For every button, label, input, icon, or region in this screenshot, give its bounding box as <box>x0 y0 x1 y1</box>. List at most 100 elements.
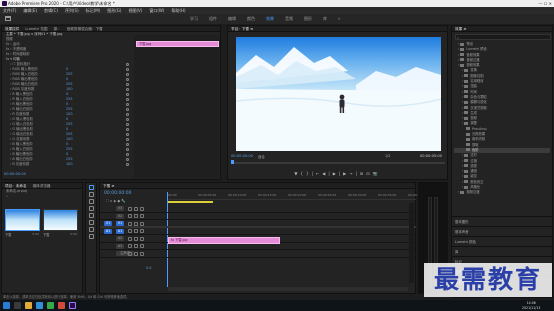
selection-tool-icon[interactable] <box>88 185 94 190</box>
project-thumbnail[interactable]: 下雪 5:00 <box>43 209 78 237</box>
quality-dropdown[interactable]: 1/2 <box>385 154 390 158</box>
timeline-track[interactable]: 主声道 <box>100 250 416 258</box>
timeline-track[interactable]: V3 <box>100 205 416 213</box>
search-icon[interactable] <box>14 302 21 309</box>
timeline-horizontal-scrollbar[interactable] <box>168 287 408 291</box>
reset-keyframe-icon[interactable] <box>126 138 129 141</box>
solo-icon[interactable] <box>140 236 144 241</box>
program-video-frame[interactable] <box>236 37 441 151</box>
reset-keyframe-icon[interactable] <box>126 108 129 111</box>
solo-icon[interactable] <box>140 251 144 256</box>
track-label[interactable]: A1 <box>116 228 124 234</box>
start-icon[interactable] <box>3 302 10 309</box>
ec-clip-bar[interactable]: 下雪.jpg <box>136 41 220 47</box>
effects-title[interactable]: 效果 ≡ <box>455 27 466 31</box>
transport-button[interactable]: ◀| <box>322 171 332 176</box>
reset-keyframe-icon[interactable] <box>126 103 129 106</box>
menu-item[interactable]: 剪辑(C) <box>44 8 58 13</box>
fit-dropdown[interactable]: 适合 <box>258 154 265 159</box>
eye-icon[interactable] <box>134 206 138 211</box>
reset-keyframe-icon[interactable] <box>126 118 129 121</box>
menu-item[interactable]: 帮助(H) <box>171 8 185 13</box>
pen-tool-icon[interactable] <box>88 220 94 225</box>
app-icon[interactable] <box>58 302 65 309</box>
program-scrub-bar[interactable] <box>231 162 445 164</box>
razor-tool-icon[interactable] <box>88 206 94 211</box>
app-icon[interactable] <box>47 302 54 309</box>
home-icon[interactable] <box>5 16 11 21</box>
file-explorer-icon[interactable] <box>25 302 32 309</box>
workspace-tab[interactable]: 库 <box>323 16 327 21</box>
reset-keyframe-icon[interactable] <box>126 88 129 91</box>
timeline-tool-icons[interactable]: ⛶ ∩ ◈ ◆ 🔧 <box>106 199 126 203</box>
window-controls[interactable]: — ☐ ✕ <box>539 0 552 7</box>
eye-icon[interactable] <box>134 221 138 226</box>
lock-icon[interactable] <box>128 214 132 218</box>
reset-keyframe-icon[interactable] <box>126 128 129 131</box>
reset-keyframe-icon[interactable] <box>126 158 129 161</box>
effect-controls-tab[interactable]: 源： <box>54 27 61 31</box>
mute-icon[interactable] <box>134 251 138 256</box>
side-panel-section[interactable]: Lumetri 颜色 <box>452 236 552 246</box>
timeline-track[interactable]: A1 A1 <box>100 228 416 235</box>
reset-keyframe-icon[interactable] <box>126 68 129 71</box>
ripple-edit-tool-icon[interactable] <box>88 199 94 204</box>
transport-button[interactable]: →| <box>349 171 360 176</box>
track-label[interactable]: V3 <box>116 206 124 211</box>
sync-lock-icon[interactable] <box>140 206 144 211</box>
reset-keyframe-icon[interactable] <box>126 73 129 76</box>
premiere-taskbar-icon[interactable] <box>69 302 76 309</box>
menu-item[interactable]: 图形(G) <box>107 8 121 13</box>
effect-controls-tab[interactable]: Lumetri 范围 <box>25 27 47 31</box>
transport-button[interactable]: |▶ <box>339 171 349 176</box>
param-value[interactable]: 100 <box>66 162 72 167</box>
eye-icon[interactable] <box>134 214 138 218</box>
effects-tree-item[interactable]: › 视频过渡 <box>454 190 550 195</box>
track-select-tool-icon[interactable] <box>88 192 94 197</box>
program-timecode-left[interactable]: 00:00:00:00 <box>231 154 253 158</box>
timeline-vertical-scrollbar[interactable] <box>409 203 414 283</box>
track-target[interactable]: A1 <box>104 228 112 234</box>
type-tool-icon[interactable] <box>88 234 94 239</box>
track-label[interactable]: V1 <box>116 221 124 226</box>
lock-icon[interactable] <box>128 229 132 233</box>
reset-keyframe-icon[interactable] <box>126 163 129 166</box>
mute-icon[interactable] <box>134 229 138 233</box>
workspace-tab[interactable]: 学习 <box>190 16 198 21</box>
reset-keyframe-icon[interactable] <box>126 148 129 151</box>
menu-item[interactable]: 文件(F) <box>3 8 16 13</box>
menu-item[interactable]: 窗口(W) <box>149 8 164 13</box>
lock-icon[interactable] <box>128 221 132 226</box>
workspace-tab[interactable]: 颜色 <box>247 16 255 21</box>
sync-lock-icon[interactable] <box>140 221 144 226</box>
timeline-ruler[interactable]: 00:00 00:00:05:00 00:00:10:00 00:00:15:00 00… <box>168 192 426 200</box>
side-panel-section[interactable]: 基本声音 <box>452 226 552 236</box>
browser-icon[interactable] <box>36 302 43 309</box>
menu-item[interactable]: 标记(M) <box>86 8 101 13</box>
reset-keyframe-icon[interactable] <box>126 78 129 81</box>
lock-icon[interactable] <box>128 236 132 241</box>
workspace-tab[interactable]: 组件 <box>209 16 217 21</box>
side-panel-section[interactable]: 库 <box>452 246 552 256</box>
work-area-bar[interactable] <box>168 201 213 203</box>
menu-item[interactable]: 视图(V) <box>128 8 142 13</box>
effect-controls-tab[interactable]: 效果控件 <box>5 27 19 31</box>
timeline-track[interactable]: V1 V1 <box>100 220 416 228</box>
track-label[interactable]: A3 <box>116 243 124 249</box>
program-monitor-title[interactable]: 节目：下雪 ≡ <box>231 27 253 31</box>
project-search[interactable]: ⌕ <box>2 194 82 201</box>
mute-icon[interactable] <box>134 236 138 241</box>
mute-icon[interactable] <box>134 244 138 248</box>
timeline-timecode[interactable]: 00:00:00:00 <box>104 191 131 196</box>
menu-item[interactable]: 编辑(E) <box>23 8 37 13</box>
workspace-tab[interactable]: 编辑 <box>228 16 236 21</box>
effect-controls-tab[interactable]: 音频剪辑混合器：下雪 <box>67 27 103 31</box>
track-target[interactable]: V1 <box>104 221 112 226</box>
project-thumbnail[interactable]: 下雪 5:00 <box>5 209 40 237</box>
reset-keyframe-icon[interactable] <box>126 153 129 156</box>
reset-keyframe-icon[interactable] <box>126 123 129 126</box>
transport-button[interactable]: |← <box>312 171 323 176</box>
reset-keyframe-icon[interactable] <box>126 93 129 96</box>
reset-keyframe-icon[interactable] <box>126 143 129 146</box>
side-panel-section[interactable]: 基本图形 <box>452 216 552 226</box>
